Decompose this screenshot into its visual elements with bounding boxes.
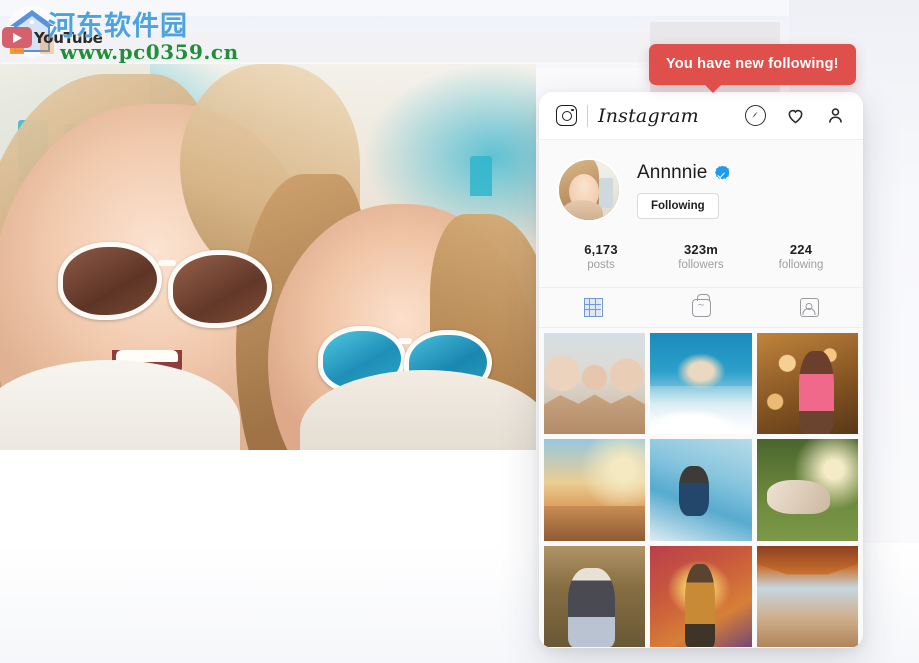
grid-photo[interactable]	[650, 439, 752, 541]
watermark-site-name: 河东软件园	[48, 11, 188, 42]
stat-followers-label: followers	[678, 259, 724, 271]
photo-grid	[539, 328, 863, 648]
instagram-camera-icon	[556, 105, 577, 126]
tab-igtv[interactable]	[647, 288, 755, 327]
instagram-profile-section: Annnnie Following	[539, 140, 863, 220]
stat-followers[interactable]: 323m followers	[651, 242, 751, 271]
instagram-brand[interactable]: Instagram	[556, 104, 699, 127]
profile-row: Annnnie Following	[559, 160, 843, 220]
screenshot-root: You have new following! Instagram Annnni…	[0, 0, 919, 663]
tab-grid[interactable]	[539, 288, 647, 327]
profile-name-block: Annnnie Following	[637, 161, 730, 219]
stat-following-value: 224	[789, 242, 813, 257]
stat-followers-value: 323m	[683, 242, 719, 257]
profile-stats: 6,173 posts 323m followers 224 following	[539, 220, 863, 288]
username: Annnnie	[637, 161, 708, 183]
grid-photo[interactable]	[544, 333, 646, 435]
grid-photo[interactable]	[544, 439, 646, 541]
heart-icon[interactable]	[785, 105, 806, 126]
grid-photo[interactable]	[650, 333, 752, 435]
stat-posts-label: posts	[587, 259, 615, 271]
following-button[interactable]: Following	[637, 192, 719, 219]
hero-sunglasses-left-bridge	[158, 260, 176, 266]
grid-icon	[583, 298, 603, 317]
grid-photo[interactable]	[756, 545, 858, 648]
stat-posts[interactable]: 6,173 posts	[551, 242, 651, 271]
hero-photo	[0, 64, 536, 450]
tv-icon	[691, 293, 711, 317]
verified-badge-icon	[715, 165, 730, 180]
avatar[interactable]	[559, 160, 619, 220]
instagram-wordmark: Instagram	[598, 104, 699, 127]
instagram-header: Instagram	[539, 92, 863, 140]
person-icon[interactable]	[825, 105, 846, 126]
grid-photo[interactable]	[756, 333, 858, 435]
profile-tabs	[539, 288, 863, 328]
youtube-play-icon	[2, 27, 32, 48]
stat-posts-value: 6,173	[584, 242, 618, 257]
stat-following[interactable]: 224 following	[751, 242, 851, 271]
brand-divider	[587, 104, 588, 127]
grid-photo[interactable]	[756, 439, 858, 541]
grid-photo[interactable]	[544, 545, 646, 648]
username-line: Annnnie	[637, 161, 730, 184]
tab-tagged[interactable]	[755, 288, 863, 327]
watermark-url: www.pc0359.cn	[60, 40, 239, 64]
hero-sunglasses-right-bridge	[398, 338, 412, 344]
grid-photo[interactable]	[650, 545, 752, 648]
tagged-person-icon	[799, 298, 819, 317]
instagram-header-actions	[745, 105, 846, 126]
compass-icon[interactable]	[745, 105, 766, 126]
notification-toast[interactable]: You have new following!	[649, 44, 856, 93]
stat-following-label: following	[778, 259, 824, 271]
instagram-profile-card: Instagram Annnnie Following 6,173 posts …	[539, 92, 863, 648]
